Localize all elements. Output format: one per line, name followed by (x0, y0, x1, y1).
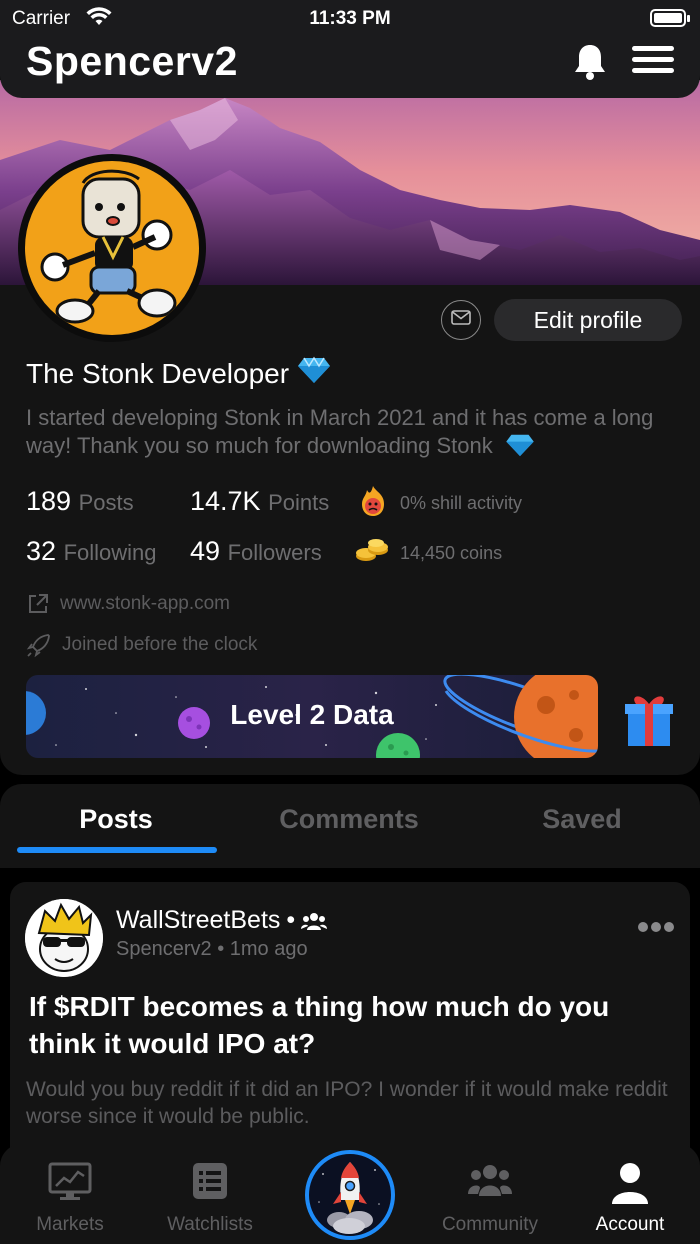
tabbar-account[interactable]: Account (560, 1144, 700, 1244)
profile-avatar[interactable] (18, 154, 206, 342)
header-username: Spencerv2 (26, 38, 238, 84)
stat-posts-label: Posts (78, 490, 134, 515)
post-body: Would you buy reddit if it did an IPO? I… (26, 1078, 668, 1128)
tabbar-markets[interactable]: Markets (0, 1144, 140, 1244)
tab-posts[interactable]: Posts (0, 804, 232, 835)
post-title[interactable]: If $RDIT becomes a thing how much do you… (29, 988, 679, 1062)
stat-following[interactable]: 32 Following (26, 536, 157, 567)
stat-points: 14.7K Points (190, 486, 329, 517)
post-community[interactable]: WallStreetBets • (116, 906, 328, 935)
stat-posts-value: 189 (26, 486, 72, 516)
more-options-icon[interactable] (635, 922, 674, 932)
app-header: Spencerv2 (0, 36, 700, 98)
rocket-outline-icon (26, 632, 62, 658)
hamburger-menu-icon[interactable] (632, 46, 674, 79)
stat-followers-value: 49 (190, 536, 221, 566)
chart-monitor-icon (48, 1162, 92, 1207)
joined-text: Joined before the clock (62, 634, 258, 655)
tabbar-community[interactable]: Community (420, 1144, 560, 1244)
clock: 11:33 PM (309, 8, 391, 29)
stat-followers-label: Followers (227, 540, 322, 565)
coins-icon (354, 538, 390, 569)
gift-icon[interactable] (624, 690, 674, 753)
stat-following-value: 32 (26, 536, 57, 566)
profile-display-name: The Stonk Developer (26, 356, 331, 391)
active-tab-indicator (17, 847, 217, 853)
edit-profile-button[interactable]: Edit profile (494, 299, 682, 341)
status-bar: Carrier 11:33 PM (0, 0, 700, 36)
tabbar-community-label: Community (441, 1214, 539, 1235)
stat-points-label: Points (268, 490, 330, 515)
coins: 14,450 coins (354, 538, 502, 569)
tabbar-watchlists-label: Watchlists (167, 1214, 253, 1235)
tabbar-markets-label: Markets (36, 1214, 104, 1235)
rocket-icon (309, 1154, 391, 1236)
tabbar-account-label: Account (595, 1214, 665, 1235)
tab-comments[interactable]: Comments (233, 804, 465, 835)
post-meta: Spencerv2 • 1mo ago (116, 938, 308, 961)
notifications-bell-icon[interactable] (572, 42, 608, 87)
stat-following-label: Following (63, 540, 157, 565)
envelope-icon (451, 310, 471, 330)
post-meta-separator: • (217, 938, 225, 960)
level-banner[interactable]: Level 2 Data (26, 675, 598, 758)
diamond-icon (297, 356, 331, 391)
battery-icon (650, 9, 686, 27)
list-icon (192, 1162, 228, 1205)
rocket-launch-button[interactable] (305, 1150, 395, 1240)
stat-followers[interactable]: 49 Followers (190, 536, 322, 567)
shill-activity-text: 0% shill activity (400, 493, 523, 513)
bio-text: I started developing Stonk in March 2021… (26, 405, 654, 458)
tabbar-watchlists[interactable]: Watchlists (140, 1144, 280, 1244)
profile-bio: I started developing Stonk in March 2021… (26, 404, 686, 464)
person-icon (610, 1162, 650, 1211)
website-row[interactable]: www.stonk-app.com (26, 592, 230, 616)
community-avatar[interactable] (25, 899, 103, 977)
stat-points-value: 14.7K (190, 486, 261, 516)
post-card[interactable]: WallStreetBets • Spencerv2 • 1mo ago If … (10, 882, 690, 1172)
website-link[interactable]: www.stonk-app.com (60, 593, 230, 615)
shill-activity: 0% shill activity (358, 484, 522, 523)
message-button[interactable] (441, 300, 481, 340)
post-author[interactable]: Spencerv2 (116, 938, 212, 960)
post-separator: • (286, 906, 296, 934)
level-banner-text: Level 2 Data (230, 699, 394, 730)
group-icon (468, 1162, 512, 1203)
stat-posts[interactable]: 189 Posts (26, 486, 134, 517)
external-link-icon (26, 592, 60, 616)
avatar-illustration (25, 161, 199, 335)
tab-saved[interactable]: Saved (466, 804, 698, 835)
display-name-text: The Stonk Developer (26, 357, 290, 389)
post-community-name: WallStreetBets (116, 906, 281, 934)
joined-row: Joined before the clock (26, 632, 257, 658)
flame-face-icon (358, 484, 388, 523)
coins-text: 14,450 coins (400, 543, 503, 563)
post-age: 1mo ago (229, 938, 308, 960)
bio-diamond-icon (505, 433, 535, 464)
profile-tabs: Posts Comments Saved (0, 784, 700, 868)
community-members-icon (301, 910, 328, 932)
battery-tip (687, 15, 690, 22)
